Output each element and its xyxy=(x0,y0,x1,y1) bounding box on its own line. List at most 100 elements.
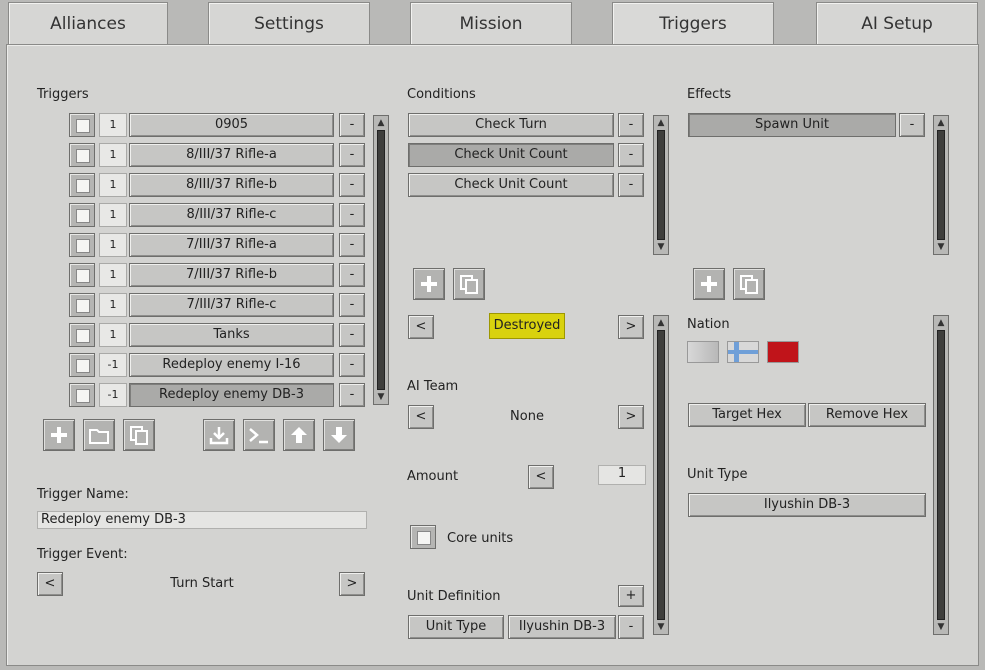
scroll-track[interactable] xyxy=(937,330,945,620)
nation-flag-finland[interactable] xyxy=(727,341,759,363)
ai-team-prev-button[interactable]: < xyxy=(408,405,434,429)
copy-icon xyxy=(460,275,478,294)
trigger-item[interactable]: Redeploy enemy I-16 xyxy=(129,353,334,377)
remove-effect-button[interactable]: - xyxy=(899,113,925,137)
scroll-up-icon[interactable]: ▲ xyxy=(935,117,947,129)
add-trigger-button[interactable] xyxy=(43,419,75,451)
scroll-down-icon[interactable]: ▼ xyxy=(935,241,947,253)
condition-item[interactable]: Check Unit Count xyxy=(408,143,614,167)
trigger-enable-checkbox[interactable] xyxy=(69,113,95,137)
effect-detail-scrollbar[interactable]: ▲ ▼ xyxy=(933,315,949,635)
remove-unit-definition-button[interactable]: - xyxy=(618,615,644,639)
trigger-enable-checkbox[interactable] xyxy=(69,323,95,347)
scroll-down-icon[interactable]: ▼ xyxy=(375,391,387,403)
plus-icon xyxy=(421,276,437,292)
move-down-button[interactable] xyxy=(323,419,355,451)
remove-trigger-button[interactable]: - xyxy=(339,383,365,407)
nation-flag-soviet[interactable] xyxy=(767,341,799,363)
trigger-enable-checkbox[interactable] xyxy=(69,143,95,167)
scroll-track[interactable] xyxy=(377,130,385,390)
trigger-item[interactable]: Tanks xyxy=(129,323,334,347)
copy-condition-button[interactable] xyxy=(453,268,485,300)
remove-trigger-button[interactable]: - xyxy=(339,263,365,287)
remove-trigger-button[interactable]: - xyxy=(339,113,365,137)
tab-settings[interactable]: Settings xyxy=(208,2,370,44)
trigger-enable-checkbox[interactable] xyxy=(69,173,95,197)
scroll-down-icon[interactable]: ▼ xyxy=(655,621,667,633)
tab-mission[interactable]: Mission xyxy=(410,2,572,44)
script-trigger-button[interactable] xyxy=(243,419,275,451)
condition-scrollbar[interactable]: ▲ ▼ xyxy=(653,115,669,255)
scroll-up-icon[interactable]: ▲ xyxy=(655,117,667,129)
remove-condition-button[interactable]: - xyxy=(618,113,644,137)
state-next-button[interactable]: > xyxy=(618,315,644,339)
remove-trigger-button[interactable]: - xyxy=(339,293,365,317)
trigger-name-label: Trigger Name: xyxy=(37,487,129,502)
unit-type-button[interactable]: Unit Type xyxy=(408,615,504,639)
trigger-enable-checkbox[interactable] xyxy=(69,383,95,407)
add-condition-button[interactable] xyxy=(413,268,445,300)
move-up-button[interactable] xyxy=(283,419,315,451)
remove-hex-button[interactable]: Remove Hex xyxy=(808,403,926,427)
trigger-enable-checkbox[interactable] xyxy=(69,293,95,317)
copy-effect-button[interactable] xyxy=(733,268,765,300)
trigger-scrollbar[interactable]: ▲ ▼ xyxy=(373,115,389,405)
add-unit-definition-button[interactable]: + xyxy=(618,585,644,607)
trigger-enable-checkbox[interactable] xyxy=(69,353,95,377)
nation-flag-neutral[interactable] xyxy=(687,341,719,363)
amount-field[interactable]: 1 xyxy=(598,465,646,485)
import-trigger-button[interactable] xyxy=(203,419,235,451)
remove-trigger-button[interactable]: - xyxy=(339,323,365,347)
scroll-up-icon[interactable]: ▲ xyxy=(935,317,947,329)
scroll-down-icon[interactable]: ▼ xyxy=(655,241,667,253)
effect-scrollbar[interactable]: ▲ ▼ xyxy=(933,115,949,255)
condition-item[interactable]: Check Turn xyxy=(408,113,614,137)
trigger-enable-checkbox[interactable] xyxy=(69,263,95,287)
trigger-enable-checkbox[interactable] xyxy=(69,203,95,227)
remove-trigger-button[interactable]: - xyxy=(339,143,365,167)
scroll-up-icon[interactable]: ▲ xyxy=(655,317,667,329)
effect-unit-type-button[interactable]: Ilyushin DB-3 xyxy=(688,493,926,517)
remove-trigger-button[interactable]: - xyxy=(339,353,365,377)
tab-ai-setup[interactable]: AI Setup xyxy=(816,2,978,44)
remove-condition-button[interactable]: - xyxy=(618,173,644,197)
core-units-checkbox[interactable] xyxy=(410,525,436,549)
event-next-button[interactable]: > xyxy=(339,572,365,596)
trigger-item[interactable]: 7/III/37 Rifle-c xyxy=(129,293,334,317)
trigger-item[interactable]: 7/III/37 Rifle-a xyxy=(129,233,334,257)
remove-trigger-button[interactable]: - xyxy=(339,233,365,257)
copy-trigger-button[interactable] xyxy=(123,419,155,451)
condition-detail-scrollbar[interactable]: ▲ ▼ xyxy=(653,315,669,635)
trigger-item[interactable]: 7/III/37 Rifle-b xyxy=(129,263,334,287)
remove-trigger-button[interactable]: - xyxy=(339,173,365,197)
scroll-track[interactable] xyxy=(937,130,945,240)
amount-decrease-button[interactable]: < xyxy=(528,465,554,489)
condition-item[interactable]: Check Unit Count xyxy=(408,173,614,197)
trigger-name-field[interactable]: Redeploy enemy DB-3 xyxy=(37,511,367,529)
scroll-up-icon[interactable]: ▲ xyxy=(375,117,387,129)
trigger-item[interactable]: 8/III/37 Rifle-b xyxy=(129,173,334,197)
trigger-item[interactable]: Redeploy enemy DB-3 xyxy=(129,383,334,407)
scroll-down-icon[interactable]: ▼ xyxy=(935,621,947,633)
ai-team-next-button[interactable]: > xyxy=(618,405,644,429)
add-effect-button[interactable] xyxy=(693,268,725,300)
tab-alliances[interactable]: Alliances xyxy=(8,2,168,44)
trigger-folder-button[interactable] xyxy=(83,419,115,451)
event-prev-button[interactable]: < xyxy=(37,572,63,596)
download-icon xyxy=(209,427,229,445)
trigger-enable-checkbox[interactable] xyxy=(69,233,95,257)
scroll-track[interactable] xyxy=(657,330,665,620)
remove-condition-button[interactable]: - xyxy=(618,143,644,167)
effect-item[interactable]: Spawn Unit xyxy=(688,113,896,137)
trigger-count: 1 xyxy=(99,143,127,167)
nation-label: Nation xyxy=(687,317,730,332)
trigger-item[interactable]: 0905 xyxy=(129,113,334,137)
trigger-item[interactable]: 8/III/37 Rifle-a xyxy=(129,143,334,167)
tab-triggers[interactable]: Triggers xyxy=(612,2,774,44)
scroll-track[interactable] xyxy=(657,130,665,240)
remove-trigger-button[interactable]: - xyxy=(339,203,365,227)
state-prev-button[interactable]: < xyxy=(408,315,434,339)
trigger-item[interactable]: 8/III/37 Rifle-c xyxy=(129,203,334,227)
unit-type-value-button[interactable]: Ilyushin DB-3 xyxy=(508,615,616,639)
target-hex-button[interactable]: Target Hex xyxy=(688,403,806,427)
